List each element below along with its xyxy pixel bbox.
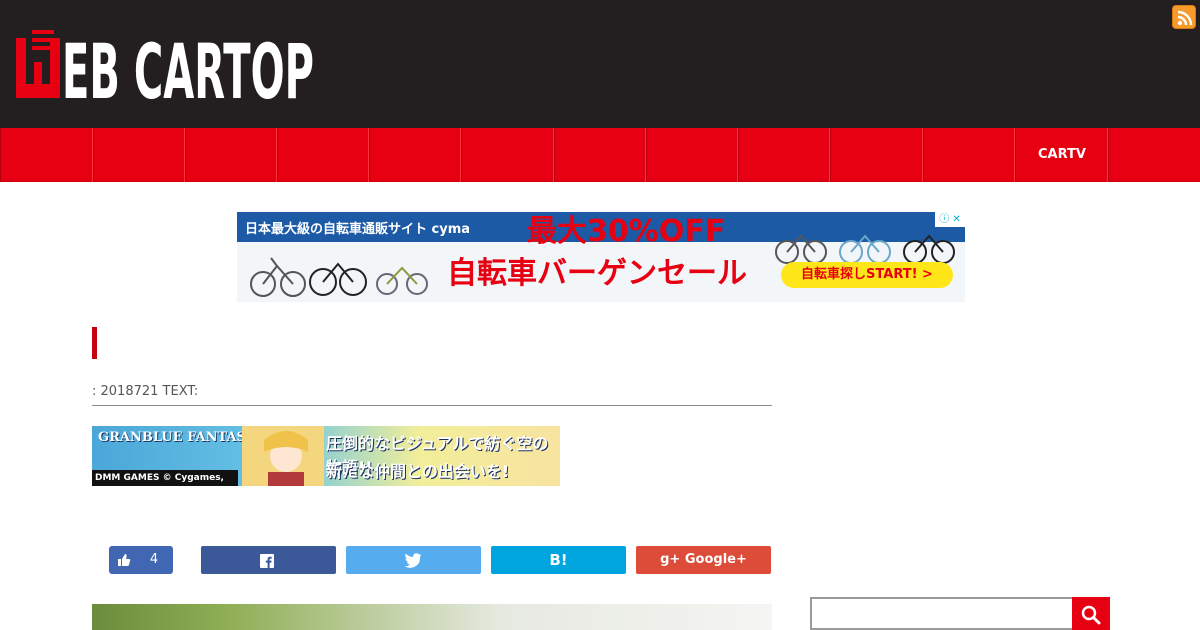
- gbf-credit: DMM GAMES © Cygames, Inc.: [92, 470, 238, 486]
- hatena-bookmark-button[interactable]: B!: [491, 546, 626, 574]
- nav-item-11[interactable]: [923, 128, 1015, 182]
- bicycle-icons-right: [775, 234, 955, 264]
- nav-item-1[interactable]: [0, 128, 93, 182]
- site-logo[interactable]: EB CARTOP: [14, 28, 316, 102]
- google-plus-icon: g+: [660, 552, 681, 567]
- site-header: EB CARTOP: [0, 0, 1200, 128]
- like-count: 4: [137, 546, 171, 574]
- ad-cta-button[interactable]: 自転車探しSTART! >: [781, 262, 953, 288]
- rss-icon[interactable]: [1172, 5, 1196, 29]
- gbf-logo: GRANBLUE FANTASY: [98, 430, 256, 445]
- nav-item-8[interactable]: [646, 128, 738, 182]
- ad-headline: 日本最大級の自転車通販サイト cyma: [245, 222, 471, 237]
- search-icon: [1081, 605, 1101, 625]
- article-meta: : 2018721 TEXT:: [92, 384, 772, 406]
- gbf-line2: 新たな仲間との出会いを!: [326, 462, 510, 481]
- nav-item-5[interactable]: [369, 128, 461, 182]
- banner-ad-top[interactable]: 日本最大級の自転車通販サイト cyma 最大30%OFF 自転車バーゲンセール …: [237, 212, 965, 302]
- twitter-icon: [404, 553, 421, 568]
- gbf-character-image: [242, 426, 324, 486]
- article-title-marker: [92, 327, 97, 359]
- nav-item-6[interactable]: [461, 128, 554, 182]
- twitter-share-button[interactable]: [346, 546, 481, 574]
- ad-info-close-icon[interactable]: ⓘ ✕: [935, 212, 965, 227]
- nav-item-cartv[interactable]: CARTV: [1015, 128, 1108, 182]
- ad-sale-text: 自転車バーゲンセール: [447, 256, 747, 291]
- facebook-like-button[interactable]: 4: [109, 546, 173, 574]
- banner-ad-granblue[interactable]: GRANBLUE FANTASY 圧倒的なビジュアルで紡ぐ空の物語!! 新たな仲…: [92, 426, 560, 486]
- search-button[interactable]: [1072, 597, 1110, 630]
- nav-item-2[interactable]: [93, 128, 185, 182]
- google-plus-label: Google+: [684, 552, 747, 567]
- facebook-icon: [260, 554, 274, 568]
- nav-item-10[interactable]: [830, 128, 923, 182]
- ad-discount: 最大30%OFF: [527, 214, 726, 249]
- nav-item-label: CARTV: [1038, 147, 1086, 162]
- google-plus-share-button[interactable]: g+ Google+: [636, 546, 771, 574]
- nav-item-7[interactable]: [554, 128, 646, 182]
- nav-item-4[interactable]: [277, 128, 369, 182]
- bicycle-icons: [250, 257, 428, 297]
- thumbs-up-icon: [118, 554, 131, 566]
- facebook-share-button[interactable]: [201, 546, 336, 574]
- logo-text: EB CARTOP: [62, 28, 314, 102]
- main-nav: CARTV: [0, 128, 1200, 182]
- hatena-icon: B!: [549, 551, 568, 569]
- sidebar-search-input[interactable]: [810, 597, 1074, 630]
- nav-item-13[interactable]: [1108, 128, 1200, 182]
- nav-item-9[interactable]: [738, 128, 830, 182]
- article-hero-image: [92, 604, 772, 630]
- nav-item-3[interactable]: [185, 128, 277, 182]
